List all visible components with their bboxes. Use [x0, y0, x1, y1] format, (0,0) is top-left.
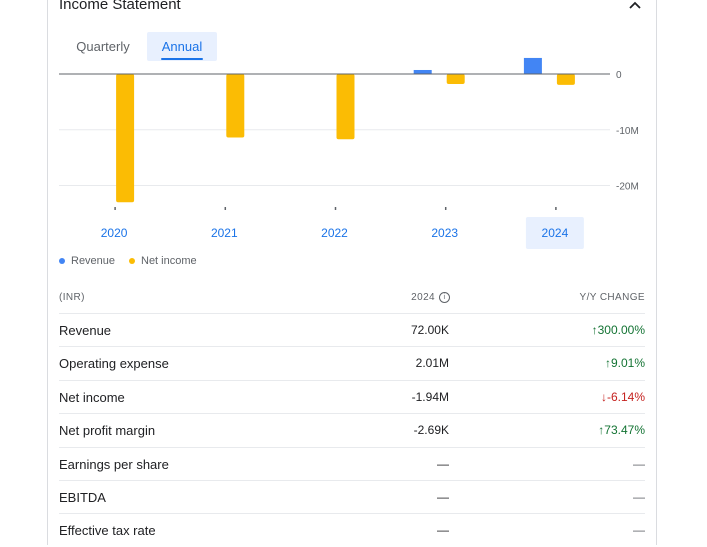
table-row: Operating expense 2.01M ↑9.01% [59, 346, 645, 380]
change-value: — [633, 456, 645, 471]
row-change: — [633, 490, 645, 504]
net-income-bar [336, 74, 355, 140]
x-tick-label[interactable]: 2023 [431, 226, 458, 240]
y-tick-label: -10M [616, 126, 639, 137]
change-value: — [633, 523, 645, 538]
net-income-bar [116, 74, 135, 203]
table-row: Net income -1.94M ↓-6.14% [59, 379, 645, 414]
period-header: 2024 i [411, 292, 450, 303]
row-value: -1.94M [411, 389, 449, 404]
row-value: — [437, 490, 449, 504]
change-header: Y/Y CHANGE [579, 292, 645, 303]
row-label: Net profit margin [59, 423, 156, 439]
change-value: 9.01% [610, 356, 645, 371]
legend-net-income-dot [129, 258, 135, 264]
table-row: EBITDA — — [59, 480, 645, 514]
row-value: -2.69K [413, 423, 449, 438]
income-chart: 0 -10M -20M 2020 2021 2022 2023 2024 [59, 57, 639, 249]
change-value: — [633, 490, 645, 504]
row-change: ↑300.00% [592, 323, 645, 337]
row-label: Operating expense [59, 356, 169, 372]
x-tick-label[interactable]: 2022 [321, 226, 348, 240]
legend-net-income: Net income [129, 255, 197, 267]
y-tick-label: -20M [616, 182, 639, 193]
x-tick-label[interactable]: 2021 [211, 226, 238, 240]
y-tick-label: 0 [616, 70, 622, 81]
row-change: ↑73.47% [598, 423, 645, 437]
row-value: — [437, 456, 449, 471]
change-value: 73.47% [604, 423, 645, 438]
row-value: — [437, 523, 449, 538]
revenue-bar [413, 69, 432, 74]
net-income-bar [556, 74, 575, 85]
change-value: 300.00% [597, 323, 645, 337]
net-income-bar [446, 74, 465, 85]
table-row: Effective tax rate — — [59, 513, 645, 547]
row-change: — [633, 457, 645, 471]
currency-header: (INR) [59, 292, 85, 303]
row-label: Earnings per share [59, 456, 169, 472]
row-label: Net income [59, 389, 125, 405]
legend-net-income-label: Net income [141, 255, 197, 267]
row-change: — [633, 523, 645, 537]
net-income-bar [226, 74, 245, 138]
legend-revenue: Revenue [59, 255, 115, 267]
row-value: 2.01M [415, 356, 449, 371]
x-tick-label[interactable]: 2024 [542, 226, 569, 240]
legend-revenue-dot [59, 258, 65, 264]
change-value: -6.14% [606, 389, 645, 404]
row-label: EBITDA [59, 490, 106, 505]
table-row: Earnings per share — — [59, 446, 645, 481]
info-icon[interactable]: i [439, 292, 450, 303]
legend-revenue-label: Revenue [71, 255, 116, 267]
row-label: Effective tax rate [59, 523, 156, 539]
row-change: ↓-6.14% [601, 390, 645, 404]
row-label: Revenue [59, 323, 112, 338]
row-value: 72.00K [410, 323, 449, 337]
row-change: ↑9.01% [605, 356, 645, 370]
x-tick-label[interactable]: 2020 [101, 226, 128, 240]
period-header-label: 2024 [411, 292, 435, 304]
table-row: Net profit margin -2.69K ↑73.47% [59, 413, 645, 447]
revenue-bar [523, 57, 542, 74]
table-row: Revenue 72.00K ↑300.00% [59, 313, 645, 347]
